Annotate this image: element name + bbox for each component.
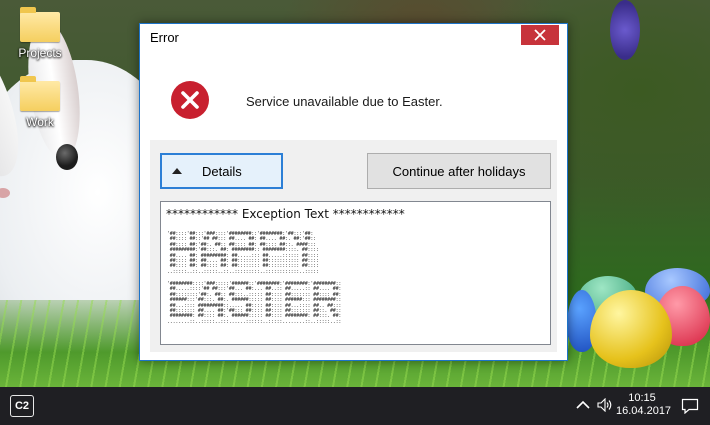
continue-button[interactable]: Continue after holidays [367, 153, 551, 189]
flower-decoration [610, 0, 640, 60]
folder-icon [20, 76, 60, 111]
exception-title: ************ Exception Text ************ [166, 207, 405, 221]
error-dialog: Error Service unavailable due to Easter.… [139, 23, 568, 361]
ascii-art-easter: '########::::'###:::::'######::'########… [167, 281, 342, 325]
details-button[interactable]: Details [160, 153, 283, 189]
dialog-content: Service unavailable due to Easter. Detai… [150, 52, 557, 352]
desktop-icon-label: Projects [18, 46, 62, 60]
details-button-label: Details [202, 164, 242, 179]
clock-time: 10:15 [628, 392, 656, 404]
desktop-icon-work[interactable]: Work [9, 76, 71, 129]
close-icon [534, 29, 546, 41]
start-button[interactable]: C2 [10, 395, 34, 417]
chevron-up-icon[interactable] [576, 400, 590, 409]
close-button[interactable] [521, 25, 559, 45]
continue-button-label: Continue after holidays [392, 163, 526, 179]
error-icon [171, 81, 209, 119]
taskbar: C2 10:15 16.04.2017 [0, 387, 710, 425]
notification-icon[interactable] [681, 398, 699, 414]
desktop-icon-projects[interactable]: Projects [9, 7, 71, 60]
folder-icon [20, 7, 60, 42]
triangle-up-icon [172, 168, 182, 174]
exception-textbox[interactable]: ************ Exception Text ************… [160, 201, 551, 345]
error-message: Service unavailable due to Easter. [246, 94, 443, 109]
dialog-title: Error [150, 30, 179, 45]
ascii-art-happy: '##::::'##:::'###::::'########::'#######… [167, 231, 319, 275]
speaker-icon[interactable] [597, 398, 613, 412]
clock-date: 16.04.2017 [616, 405, 672, 417]
message-area: Service unavailable due to Easter. [150, 52, 557, 140]
desktop-icon-label: Work [26, 115, 54, 129]
clock[interactable]: 10:15 16.04.2017 [616, 392, 672, 418]
dialog-titlebar[interactable]: Error [140, 24, 567, 52]
